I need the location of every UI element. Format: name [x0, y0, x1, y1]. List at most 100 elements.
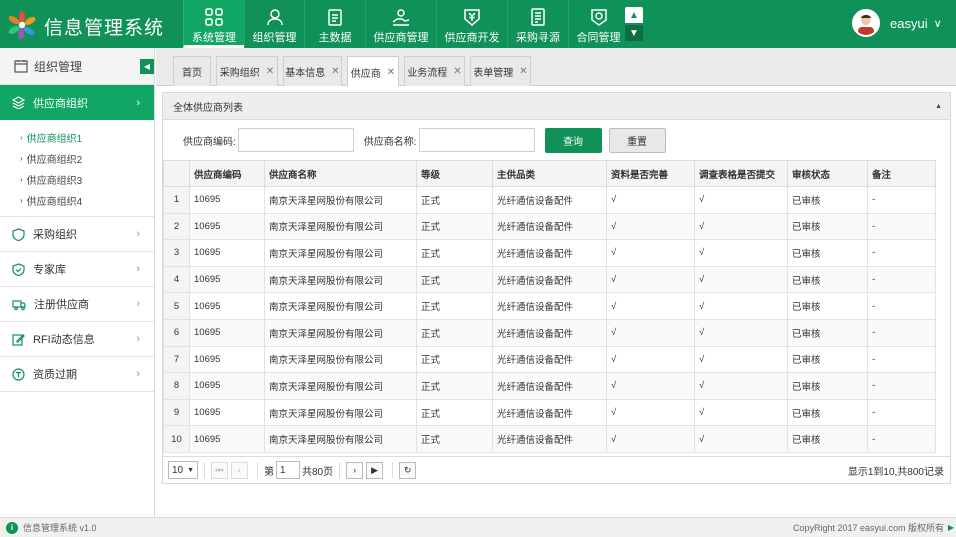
sidebar-item-registered-suppliers[interactable]: 注册供应商 › — [0, 287, 154, 322]
row-number-cell: 7 — [163, 345, 190, 374]
last-page-button[interactable]: ▶ — [366, 461, 384, 479]
table-cell: 光纤通信设备配件 — [492, 265, 607, 294]
page-total: 共80页 — [302, 466, 334, 478]
user-menu[interactable]: easyui ∨ — [852, 9, 942, 37]
table-cell: 南京天泽星网股份有限公司 — [264, 186, 417, 214]
table-cell: 正式 — [416, 372, 493, 400]
nav-scroll-down-button[interactable]: ▼ — [625, 25, 643, 41]
sidebar-item-purchasing-org[interactable]: 采购组织 › — [0, 217, 154, 252]
table-cell: 光纤通信设备配件 — [492, 345, 607, 374]
copyright-text: CopyRight 2017 easyui.com 版权所有 — [792, 523, 944, 533]
column-header[interactable]: 资料是否完善 — [606, 160, 695, 187]
column-header[interactable]: 供应商编码 — [189, 160, 265, 187]
close-icon[interactable]: ✕ — [266, 66, 274, 77]
tab-form-management[interactable]: 表单管理 ✕ — [470, 56, 531, 86]
close-icon[interactable]: ✕ — [519, 66, 527, 77]
table-row[interactable]: 10 10695 南京天泽星网股份有限公司 正式 光纤通信设备配件 √ √ 已审核 - — [163, 425, 936, 453]
tab-purchasing-org[interactable]: 采购组织 ✕ — [216, 56, 278, 86]
supplier-table: 供应商编码 供应商名称 等级 主供品类 资料是否完善 调查表格是否提交 审核状态… — [163, 160, 936, 453]
table-cell: 10695 — [189, 425, 265, 453]
table-cell: 已审核 — [787, 318, 868, 347]
table-body: 1 10695 南京天泽星网股份有限公司 正式 光纤通信设备配件 √ √ 已审核 -2 10695… — [163, 186, 936, 453]
column-header[interactable]: 供应商名称 — [264, 160, 417, 187]
column-header[interactable]: 调查表格是否提交 — [694, 160, 788, 187]
page-number-input[interactable]: 1 — [276, 461, 300, 479]
divider — [257, 462, 258, 478]
page-size-select[interactable]: 10 ▼ — [168, 461, 198, 479]
tab-basic-info[interactable]: 基本信息 ✕ — [283, 56, 342, 86]
refresh-icon[interactable]: ↻ — [399, 461, 417, 479]
table-row[interactable]: 6 10695 南京天泽星网股份有限公司 正式 光纤通信设备配件 √ √ 已审核 - — [163, 318, 936, 347]
sidebar-item-qualification-expired[interactable]: 资质过期 › — [0, 357, 154, 392]
prev-page-button[interactable]: ‹ — [231, 461, 248, 479]
close-icon[interactable]: ✕ — [331, 66, 339, 77]
close-icon[interactable]: ✕ — [387, 67, 395, 78]
sidebar-subitem[interactable]: › 供应商组织3 — [0, 169, 154, 190]
table-cell: 已审核 — [787, 425, 868, 453]
table-row[interactable]: 5 10695 南京天泽星网股份有限公司 正式 光纤通信设备配件 √ √ 已审核 - — [163, 292, 936, 320]
table-cell: 正式 — [416, 398, 493, 427]
sidebar-item-label: 采购组织 — [33, 229, 77, 241]
sidebar-item-label: 专家库 — [33, 264, 66, 276]
clipboard-icon — [328, 9, 342, 26]
sidebar-subitem-label: 供应商组织4 — [26, 197, 83, 208]
table-cell: 已审核 — [787, 212, 868, 241]
column-header[interactable]: 等级 — [416, 160, 493, 187]
row-number-cell: 8 — [163, 372, 190, 400]
nav-item-contract[interactable]: 合同管理 — [568, 0, 628, 48]
table-row[interactable]: 9 10695 南京天泽星网股份有限公司 正式 光纤通信设备配件 √ √ 已审核 - — [163, 398, 936, 427]
chevron-right-icon: › — [136, 228, 140, 240]
table-cell: 已审核 — [787, 398, 868, 427]
sidebar-collapse-button[interactable]: ◀ — [140, 59, 154, 74]
triangle-right-icon[interactable]: ▶ — [948, 523, 954, 532]
reset-button[interactable]: 重置 — [608, 127, 666, 153]
tab-supplier[interactable]: 供应商 ✕ — [347, 56, 399, 87]
sidebar-subitem[interactable]: › 供应商组织2 — [0, 148, 154, 169]
collapse-up-icon[interactable]: ▲ — [935, 103, 942, 110]
nav-item-system[interactable]: 系统管理 — [183, 0, 244, 48]
nav-item-sourcing[interactable]: 采购寻源 — [507, 0, 568, 48]
nav-scroll-up-button[interactable]: ▲ — [625, 7, 643, 23]
sidebar-item-expert-library[interactable]: 专家库 › — [0, 252, 154, 287]
table-row[interactable]: 8 10695 南京天泽星网股份有限公司 正式 光纤通信设备配件 √ √ 已审核 - — [163, 372, 936, 400]
sidebar-group-supplier-org[interactable]: 供应商组织 › — [0, 85, 154, 120]
divider — [339, 462, 341, 478]
table-cell: 已审核 — [787, 239, 868, 267]
nav-item-masterdata[interactable]: 主数据 — [304, 0, 365, 48]
page-size-value: 10 — [172, 464, 184, 476]
nav-item-supplier-dev[interactable]: 供应商开发 — [436, 0, 507, 48]
status-bar: i 信息管理系统 v1.0 CopyRight 2017 easyui.com … — [0, 517, 956, 537]
column-header[interactable]: 备注 — [867, 160, 936, 187]
query-button[interactable]: 查询 — [544, 127, 602, 153]
table-cell: 光纤通信设备配件 — [492, 239, 607, 267]
next-page-button[interactable]: › — [346, 461, 364, 479]
table-cell: - — [867, 318, 936, 347]
table-cell: √ — [606, 212, 695, 241]
close-icon[interactable]: ✕ — [453, 66, 461, 77]
panel-title: 全体供应商列表 — [173, 102, 243, 114]
table-row[interactable]: 4 10695 南京天泽星网股份有限公司 正式 光纤通信设备配件 √ √ 已审核 - — [163, 265, 936, 294]
table-row[interactable]: 1 10695 南京天泽星网股份有限公司 正式 光纤通信设备配件 √ √ 已审核 - — [163, 186, 936, 214]
tab-business-process[interactable]: 业务流程 ✕ — [404, 56, 465, 86]
first-page-button[interactable]: ⏮ — [211, 461, 228, 479]
sidebar-subitem[interactable]: › 供应商组织4 — [0, 190, 154, 211]
info-icon: i — [6, 521, 18, 534]
supplier-name-input[interactable] — [418, 128, 535, 152]
nav-item-supplier-mgmt[interactable]: 供应商管理 — [365, 0, 436, 48]
nav-item-org[interactable]: 组织管理 — [244, 0, 304, 48]
table-row[interactable]: 2 10695 南京天泽星网股份有限公司 正式 光纤通信设备配件 √ √ 已审核 - — [163, 212, 936, 241]
tab-label: 业务流程 — [407, 68, 448, 79]
column-header[interactable]: 审核状态 — [787, 160, 868, 187]
sidebar-subitem[interactable]: › 供应商组织1 — [0, 127, 154, 148]
supplier-code-input[interactable] — [237, 128, 354, 152]
table-row[interactable]: 7 10695 南京天泽星网股份有限公司 正式 光纤通信设备配件 √ √ 已审核 - — [163, 345, 936, 374]
nav-label: 主数据 — [318, 32, 352, 44]
table-cell: 已审核 — [787, 265, 868, 294]
column-header[interactable]: 主供品类 — [492, 160, 607, 187]
tab-home[interactable]: 首页 — [173, 56, 211, 86]
table-cell: 正式 — [416, 318, 493, 347]
sidebar-item-rfi[interactable]: RFI动态信息 › — [0, 322, 154, 357]
nav-label: 组织管理 — [252, 32, 297, 44]
table-row[interactable]: 3 10695 南京天泽星网股份有限公司 正式 光纤通信设备配件 √ √ 已审核 - — [163, 239, 936, 267]
content-area: 全体供应商列表 ▲ 供应商编码: 供应商名称: 查询 重置 供应商编码 供应商名… — [156, 86, 956, 517]
